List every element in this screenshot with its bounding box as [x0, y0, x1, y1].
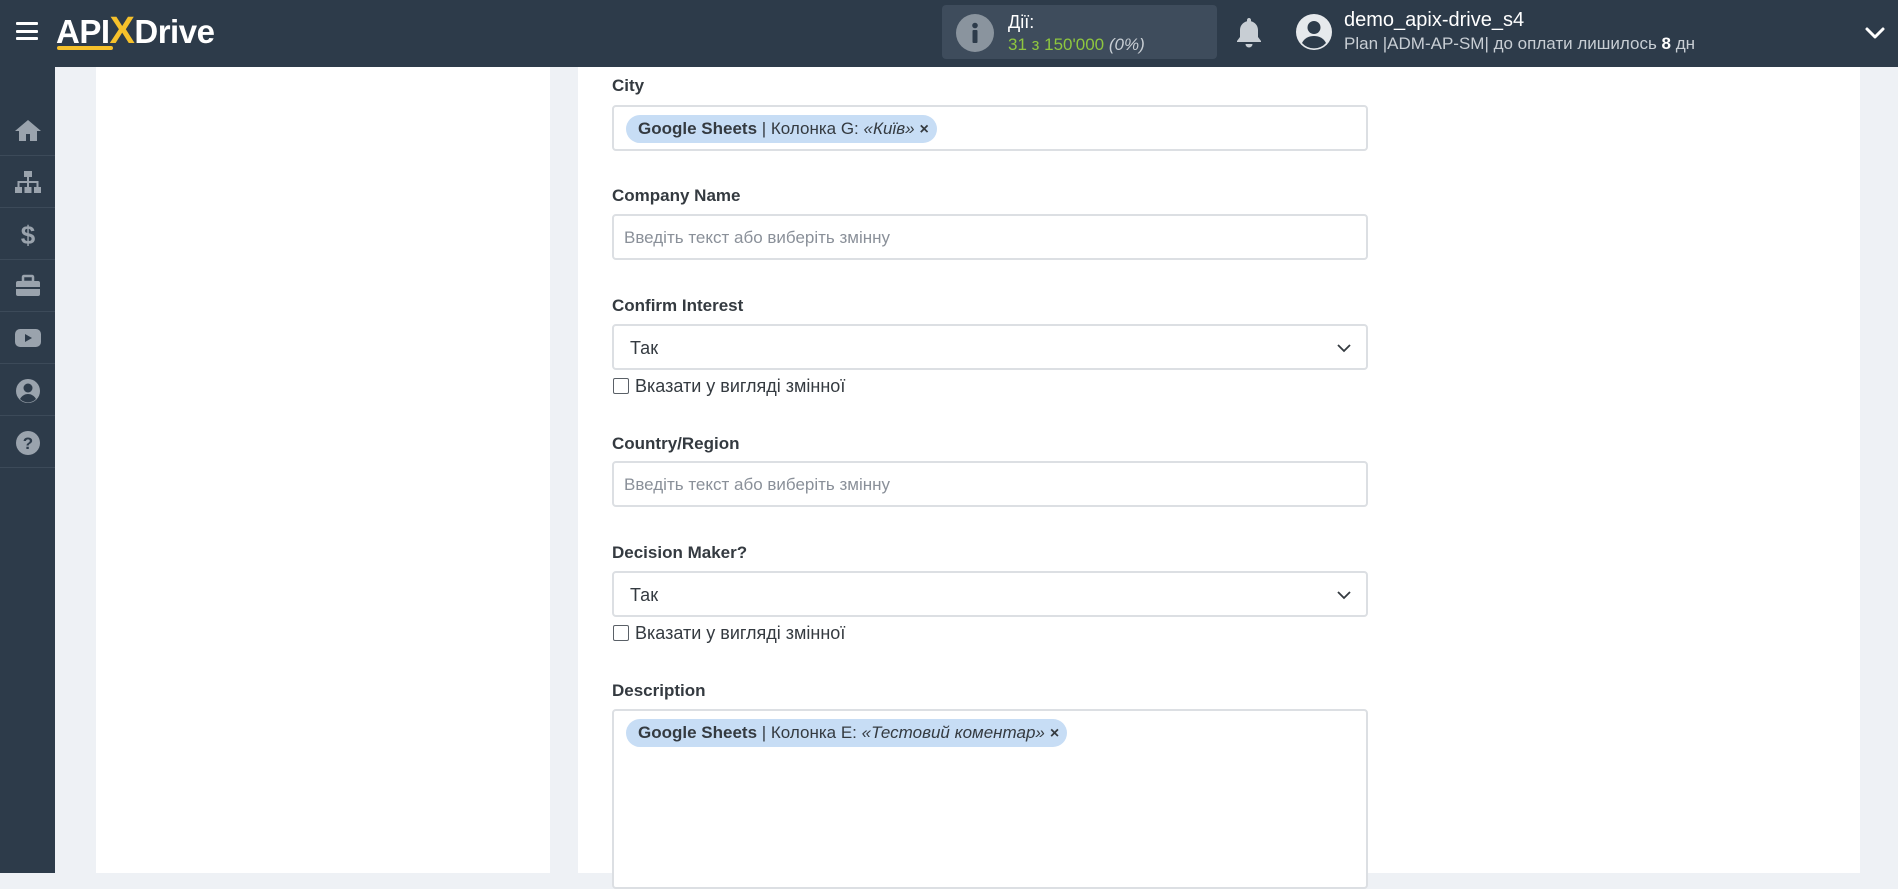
- confirm-interest-label: Confirm Interest: [612, 296, 744, 315]
- decision-maker-value: Так: [630, 585, 659, 605]
- plan-info: Plan |ADM-AP-SM| до оплати лишилось 8 дн: [1344, 34, 1696, 53]
- decision-maker-label: Decision Maker?: [612, 543, 748, 562]
- chevron-down-icon: [1337, 344, 1351, 353]
- country-region-label: Country/Region: [612, 434, 740, 453]
- svg-text:?: ?: [23, 434, 33, 453]
- info-icon: [956, 14, 994, 52]
- company-name-label: Company Name: [612, 186, 741, 205]
- checkbox[interactable]: [613, 625, 629, 641]
- bell-icon[interactable]: [1235, 16, 1263, 53]
- logo-underline: [57, 46, 113, 50]
- youtube-icon: [15, 329, 41, 347]
- company-name-field[interactable]: Введіть текст або виберіть змінну: [612, 214, 1368, 260]
- checkbox[interactable]: [613, 378, 629, 394]
- city-label: City: [612, 76, 645, 95]
- decision-maker-as-variable[interactable]: Вказати у вигляді змінної: [613, 623, 845, 644]
- variable-tag[interactable]: Google Sheets | Колонка G: «Київ» ×: [626, 115, 937, 143]
- confirm-interest-select[interactable]: Так: [612, 324, 1368, 370]
- decision-maker-select[interactable]: Так: [612, 571, 1368, 617]
- help-icon: ?: [16, 431, 40, 455]
- remove-tag-icon[interactable]: ×: [1050, 725, 1059, 742]
- sidebar-item-billing[interactable]: $: [0, 208, 55, 260]
- user-avatar-icon[interactable]: [1295, 13, 1333, 51]
- sidebar-item-videos[interactable]: [0, 312, 55, 364]
- remove-tag-icon[interactable]: ×: [920, 121, 929, 138]
- left-panel: [96, 67, 550, 873]
- user-name[interactable]: demo_apix-drive_s4: [1344, 9, 1524, 32]
- country-region-placeholder: Введіть текст або виберіть змінну: [624, 475, 891, 494]
- briefcase-icon: [16, 274, 40, 296]
- actions-count: 31 з 150'000 (0%): [1008, 35, 1145, 54]
- svg-text:$: $: [21, 222, 36, 248]
- user-circle-icon: [16, 379, 40, 403]
- sitemap-icon: [15, 171, 41, 193]
- sidebar: $ ?: [0, 67, 55, 873]
- sidebar-item-home[interactable]: [0, 104, 55, 156]
- description-field[interactable]: Google Sheets | Колонка E: «Тестовий ком…: [612, 709, 1368, 889]
- sidebar-item-connections[interactable]: [0, 156, 55, 208]
- chevron-down-icon: [1337, 591, 1351, 600]
- confirm-interest-as-variable[interactable]: Вказати у вигляді змінної: [613, 376, 845, 397]
- description-label: Description: [612, 681, 706, 700]
- dollar-icon: $: [21, 222, 36, 248]
- city-field[interactable]: Google Sheets | Колонка G: «Київ» ×: [612, 105, 1368, 151]
- actions-counter: Дії: 31 з 150'000 (0%): [942, 5, 1217, 59]
- sidebar-item-help[interactable]: ?: [0, 416, 55, 468]
- country-region-field[interactable]: Введіть текст або виберіть змінну: [612, 461, 1368, 507]
- actions-label: Дії:: [1008, 12, 1035, 32]
- home-icon: [15, 120, 41, 141]
- chevron-down-icon[interactable]: [1864, 22, 1886, 49]
- variable-tag[interactable]: Google Sheets | Колонка E: «Тестовий ком…: [626, 719, 1068, 747]
- sidebar-item-account[interactable]: [0, 364, 55, 416]
- menu-icon[interactable]: [16, 22, 38, 40]
- confirm-interest-value: Так: [630, 338, 659, 358]
- top-bar: APIXDrive Дії: 31 з 150'000 (0%) demo_ap…: [0, 0, 1898, 67]
- sidebar-item-projects[interactable]: [0, 260, 55, 312]
- company-name-placeholder: Введіть текст або виберіть змінну: [624, 228, 891, 247]
